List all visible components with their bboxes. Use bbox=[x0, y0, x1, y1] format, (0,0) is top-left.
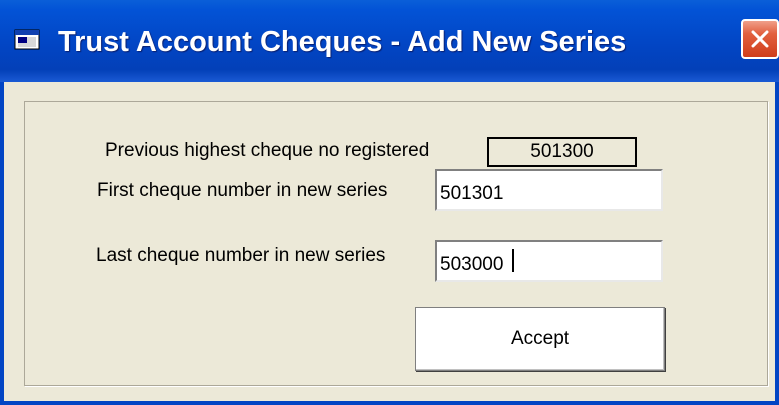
last-cheque-input[interactable] bbox=[435, 240, 663, 282]
last-cheque-label: Last cheque number in new series bbox=[96, 245, 386, 266]
close-button[interactable] bbox=[741, 19, 779, 59]
first-cheque-input[interactable] bbox=[435, 169, 663, 211]
accept-button[interactable]: Accept bbox=[415, 307, 665, 371]
previous-cheque-value: 501300 bbox=[487, 137, 637, 167]
previous-cheque-label: Previous highest cheque no registered bbox=[105, 140, 430, 161]
window-frame-left bbox=[0, 82, 4, 405]
text-caret bbox=[512, 249, 514, 272]
window-frame-right bbox=[775, 82, 779, 405]
title-bar[interactable]: Trust Account Cheques - Add New Series bbox=[0, 0, 779, 82]
window-app-icon bbox=[14, 29, 42, 53]
window-frame-bottom bbox=[0, 401, 779, 405]
close-icon bbox=[751, 30, 769, 48]
window-title: Trust Account Cheques - Add New Series bbox=[58, 26, 627, 58]
first-cheque-label: First cheque number in new series bbox=[97, 180, 388, 201]
